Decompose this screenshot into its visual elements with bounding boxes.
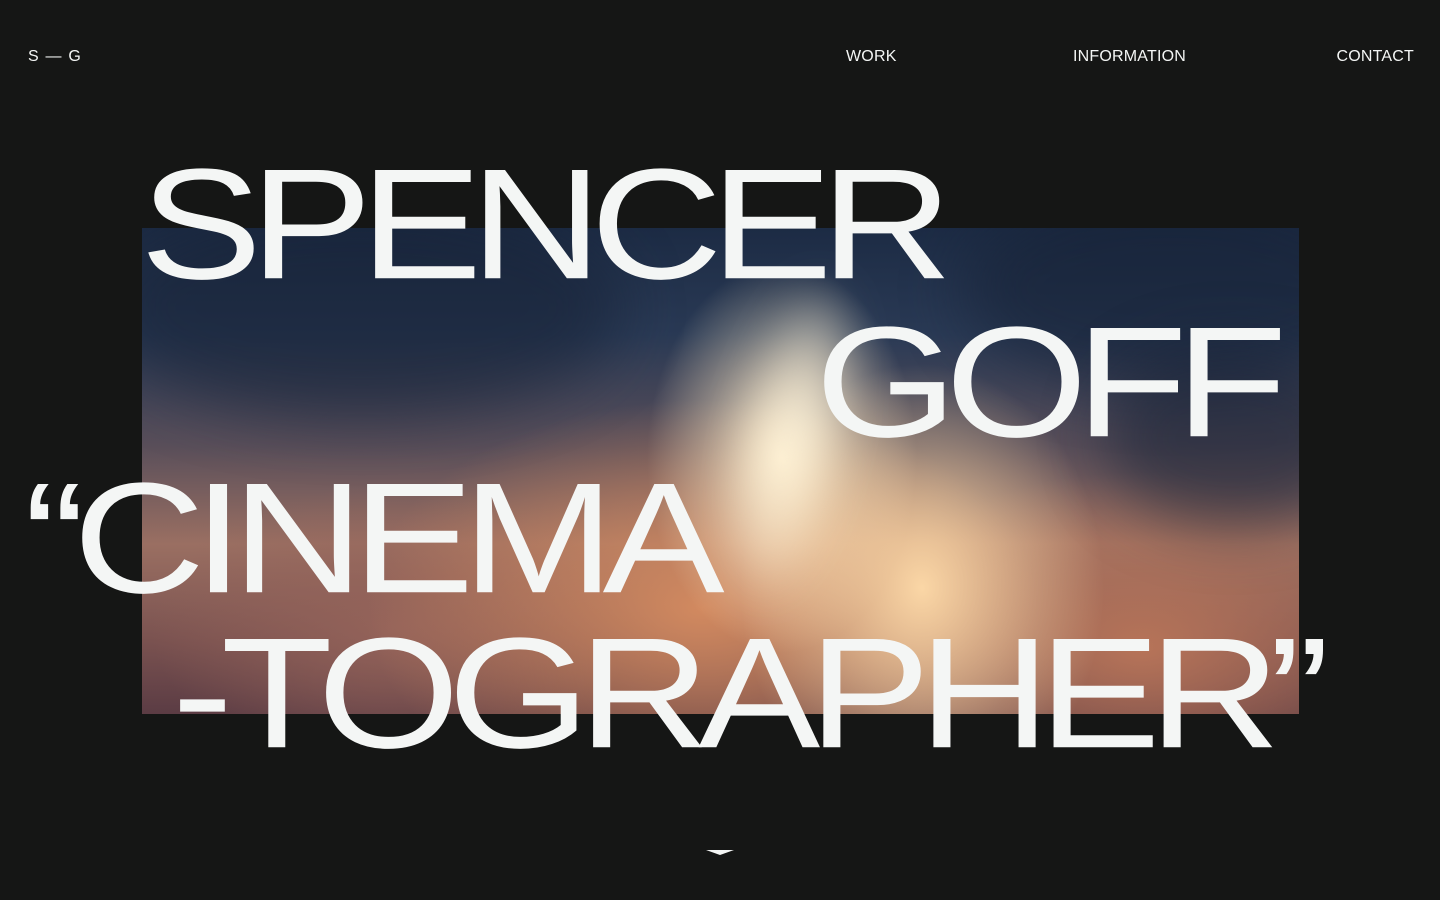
nav-link-information[interactable]: INFORMATION (1073, 48, 1186, 66)
nav-link-contact[interactable]: CONTACT (1336, 48, 1414, 66)
chevron-down-icon[interactable] (706, 850, 734, 856)
headline-line-role-part-1: “CINEMA (24, 449, 725, 627)
headline-line-role-part-2: -TOGRAPHER” (172, 604, 1330, 782)
nav-link-work[interactable]: WORK (846, 48, 897, 66)
headline-line-first-name: SPENCER (140, 135, 953, 313)
site-logo[interactable]: S — G (28, 48, 81, 66)
headline-line-last-name: GOFF (815, 293, 1287, 471)
